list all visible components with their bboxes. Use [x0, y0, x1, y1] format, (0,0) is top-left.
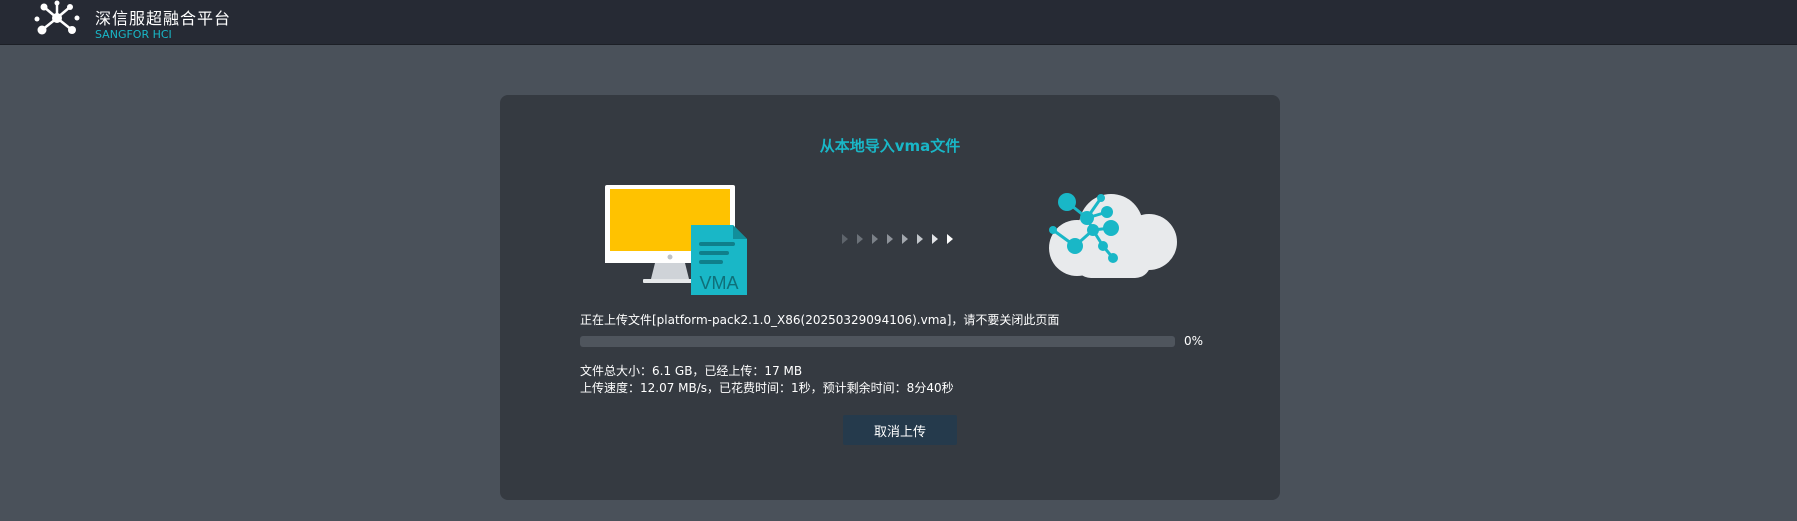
upload-status-text: 正在上传文件[platform-pack2.1.0_X86(2025032909… [580, 313, 1060, 327]
top-bar: 深信服超融合平台 SANGFOR HCI [0, 0, 1797, 45]
vma-file-badge: VMA [699, 273, 738, 293]
upload-progress-bar [580, 336, 1175, 347]
molecule-logo-icon [34, 0, 80, 35]
import-dialog: 从本地导入vma文件 VMA 正在上传文件[platform-pack2.1.0… [500, 95, 1280, 500]
monitor-with-vma-file-icon: VMA [605, 185, 747, 295]
cancel-upload-button[interactable]: 取消上传 [843, 415, 957, 445]
upload-speed-info: 上传速度：12.07 MB/s，已花费时间：1秒，预计剩余时间：8分40秒 [580, 381, 954, 395]
app-title: 深信服超融合平台 [95, 9, 232, 28]
dialog-title: 从本地导入vma文件 [819, 137, 961, 155]
arrows-right-icon [842, 234, 953, 244]
upload-progress-percent: 0% [1184, 334, 1204, 348]
app-subtitle: SANGFOR HCI [95, 28, 172, 41]
file-size-info: 文件总大小：6.1 GB，已经上传：17 MB [580, 364, 803, 378]
cloud-network-icon [1049, 193, 1177, 278]
